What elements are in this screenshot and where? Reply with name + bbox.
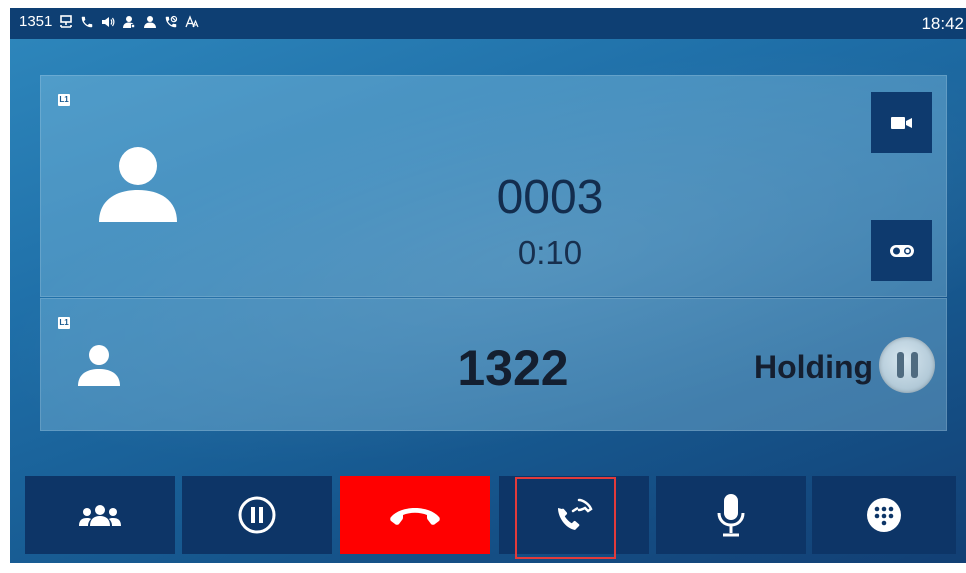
record-icon [889, 244, 914, 257]
call-duration: 0:10 [517, 234, 583, 271]
speaker-icon [101, 15, 115, 29]
hold-icon [238, 496, 276, 534]
clock: 18:42 [921, 14, 964, 33]
line-badge: L1 [58, 94, 70, 106]
softkey-bar [15, 476, 956, 554]
held-call-card[interactable]: L1 1322 Holding [40, 298, 947, 431]
pause-icon-bar [896, 352, 904, 378]
line-badge: L1 [58, 317, 70, 329]
active-call-card[interactable]: L1 0003 0:10 [40, 75, 947, 297]
video-button[interactable] [871, 92, 932, 153]
hold-button[interactable] [182, 476, 332, 554]
pause-icon-bar [910, 352, 918, 378]
status-left: 1351 [19, 13, 199, 30]
transfer-highlight-box [515, 477, 616, 559]
keypad-button[interactable] [812, 476, 956, 554]
holding-status: Holding [754, 349, 874, 385]
extension-number: 1351 [19, 13, 53, 30]
dnd-icon [164, 15, 178, 29]
end-call-icon [390, 508, 440, 525]
auto-answer-icon [185, 14, 199, 29]
conference-button[interactable] [25, 476, 175, 554]
phone-icon [80, 15, 94, 29]
record-button[interactable] [871, 220, 932, 281]
mute-button[interactable] [656, 476, 806, 554]
network-icon [59, 14, 73, 29]
active-call-number: 0003 [496, 171, 604, 224]
keypad-icon [867, 498, 901, 532]
video-icon [890, 116, 912, 129]
end-call-button[interactable] [340, 476, 490, 554]
contact-icon [122, 15, 136, 29]
status-bar: 1351 18:42 [10, 8, 966, 39]
user-icon [143, 15, 157, 29]
resume-button[interactable] [879, 337, 935, 393]
conference-icon [79, 505, 121, 526]
microphone-icon [717, 494, 745, 537]
